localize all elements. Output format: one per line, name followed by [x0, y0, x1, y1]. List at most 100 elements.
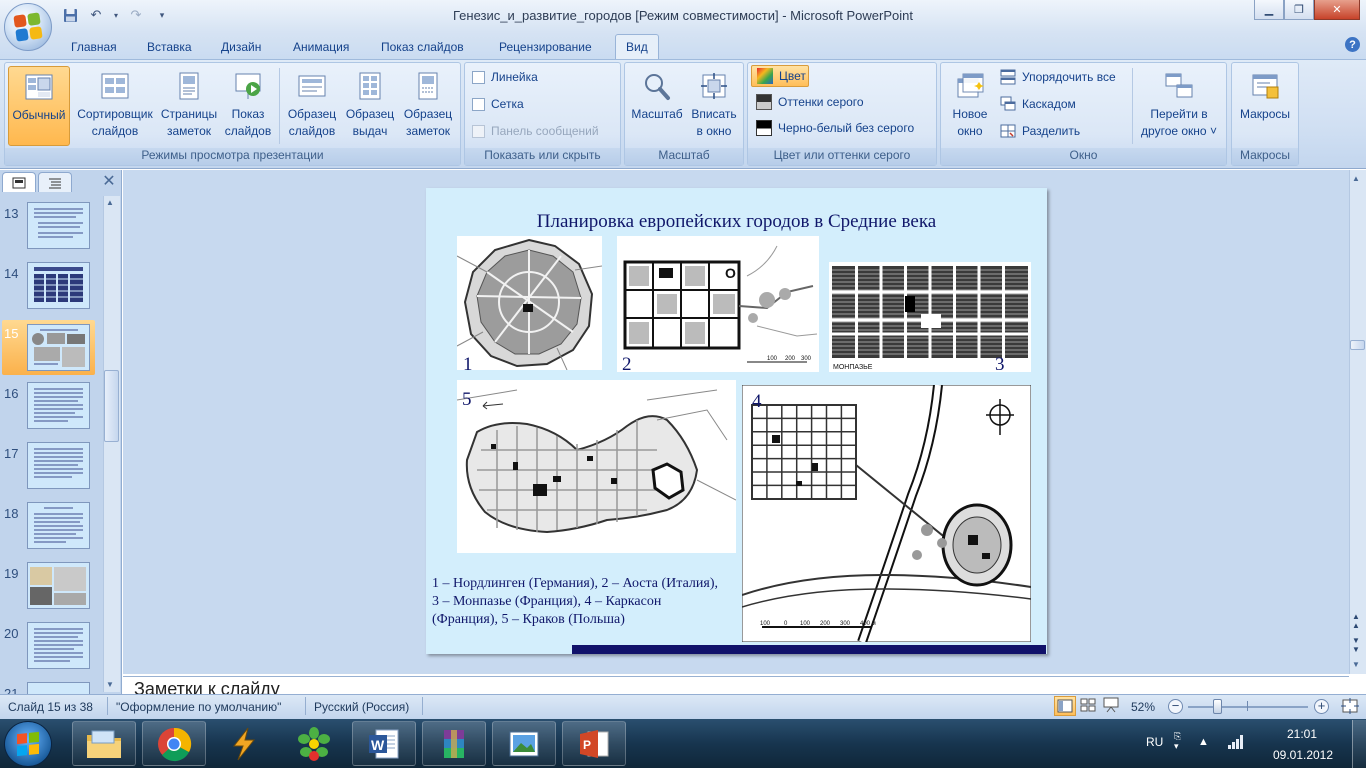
slide-thumbnail[interactable] [27, 682, 90, 694]
taskbar-winrar[interactable] [422, 721, 486, 766]
notes-page-label-1: Страницы [160, 107, 218, 121]
slide-thumbnail-selected[interactable] [27, 324, 90, 371]
thumbnail-scrollbar[interactable] [103, 196, 120, 692]
tab-review[interactable]: Рецензирование [489, 38, 602, 60]
office-button[interactable] [4, 3, 52, 51]
normal-view-status-button[interactable] [1054, 696, 1076, 716]
arrange-all-button[interactable]: Упорядочить все [1000, 66, 1116, 88]
slide-title[interactable]: Планировка европейских городов в Средние… [426, 211, 1047, 233]
zoom-out-button[interactable]: − [1168, 699, 1183, 714]
next-slide-icon[interactable]: ▼ ▼ [1352, 636, 1360, 654]
slide-scrollbar[interactable] [1349, 170, 1366, 674]
pure-bw-button[interactable]: Черно-белый без серого [756, 117, 914, 139]
slide-thumbnail[interactable] [27, 262, 90, 309]
checkbox-icon[interactable] [472, 124, 485, 138]
zoom-level[interactable]: 52% [1131, 700, 1155, 714]
notes-pane[interactable] [123, 676, 1349, 694]
taskbar-icq[interactable] [282, 721, 346, 766]
slideshow-button[interactable]: Показ слайдов [220, 66, 276, 146]
language-status[interactable]: Русский (Россия) [314, 700, 409, 714]
taskbar-word[interactable]: W [352, 721, 416, 766]
restore-button[interactable]: ❐ [1284, 0, 1314, 20]
slide-caption[interactable]: 1 – Нордлинген (Германия), 2 – Аоста (Ит… [432, 575, 742, 629]
scroll-down-icon[interactable]: ▼ [1352, 660, 1360, 669]
taskbar-explorer[interactable] [72, 721, 136, 766]
fit-window-icon [698, 70, 730, 102]
macros-button[interactable]: Макросы [1235, 66, 1295, 146]
previous-slide-icon[interactable]: ▲ ▲ [1352, 612, 1360, 630]
checkbox-icon[interactable] [472, 70, 485, 84]
slide-thumbnail[interactable] [27, 202, 90, 249]
tab-view[interactable]: Вид [615, 34, 659, 60]
notes-page-button[interactable]: Страницы заметок [158, 66, 220, 146]
thumbnail-scroll-thumb[interactable] [104, 370, 119, 442]
fit-slide-button[interactable] [1340, 697, 1360, 715]
clock-time[interactable]: 21:01 [1282, 727, 1322, 741]
normal-view-button[interactable]: Обычный [8, 66, 70, 146]
notes-placeholder[interactable]: Заметки к слайду [134, 679, 280, 694]
split-button[interactable]: Разделить [1000, 120, 1080, 142]
taskbar-photo-viewer[interactable] [492, 721, 556, 766]
ribbon-tab-strip [0, 32, 1366, 60]
slide-sorter-button[interactable]: Сортировщик слайдов [72, 66, 158, 146]
fit-to-window-button[interactable]: Вписать в окно [688, 66, 740, 146]
help-icon[interactable]: ? [1345, 37, 1360, 52]
slide-scroll-thumb[interactable] [1350, 340, 1365, 350]
slide-thumbnail[interactable] [27, 622, 90, 669]
minimize-button[interactable]: ▁ [1254, 0, 1284, 20]
grayscale-button[interactable]: Оттенки серого [756, 91, 864, 113]
zoom-slider[interactable] [1188, 706, 1308, 708]
taskbar-winamp[interactable] [212, 721, 276, 766]
input-language-indicator[interactable]: RU [1146, 735, 1163, 749]
zoom-slider-thumb[interactable] [1213, 699, 1222, 714]
slide-thumbnail[interactable] [27, 382, 90, 429]
tab-slideshow[interactable]: Показ слайдов [371, 38, 474, 60]
zoom-in-button[interactable]: + [1314, 699, 1329, 714]
map-nordlingen[interactable] [457, 236, 602, 370]
slide-thumbnail[interactable] [27, 562, 90, 609]
message-bar-checkbox[interactable]: Панель сообщений [472, 120, 599, 142]
notes-master-button[interactable]: Образец заметок [399, 66, 457, 146]
show-hidden-icons-icon[interactable]: ▲ [1198, 736, 1209, 748]
sorter-view-status-button[interactable] [1078, 696, 1100, 716]
slide-thumbnail[interactable] [27, 442, 90, 489]
scroll-down-icon[interactable]: ▼ [106, 680, 114, 689]
tab-design[interactable]: Дизайн [211, 38, 271, 60]
slideshow-status-button[interactable] [1101, 696, 1123, 716]
color-button[interactable]: Цвет [751, 65, 809, 87]
language-bar-icon[interactable]: ⎘ ▾ [1174, 731, 1188, 751]
map-aosta[interactable]: O 100 200 300 [617, 236, 819, 372]
cascade-button[interactable]: Каскадом [1000, 93, 1076, 115]
handout-master-label-1: Образец [345, 107, 395, 121]
checkbox-icon[interactable] [472, 97, 485, 111]
theme-name[interactable]: "Оформление по умолчанию" [116, 700, 281, 714]
outline-tab[interactable] [38, 172, 72, 192]
map-carcassonne[interactable]: 100 0 100 200 300 400 м [742, 385, 1031, 642]
map-krakow[interactable] [457, 380, 736, 553]
start-button[interactable] [4, 721, 52, 767]
taskbar-chrome[interactable] [142, 721, 206, 766]
cascade-icon [1000, 96, 1016, 111]
network-icon[interactable] [1226, 733, 1246, 754]
clock-date[interactable]: 09.01.2012 [1268, 748, 1338, 762]
tab-animation[interactable]: Анимация [283, 38, 359, 60]
tab-home[interactable]: Главная [61, 38, 127, 60]
scroll-up-icon[interactable]: ▲ [106, 198, 114, 207]
zoom-button[interactable]: Масштаб [628, 66, 686, 146]
grid-checkbox[interactable]: Сетка [472, 93, 524, 115]
slide-thumbnail[interactable] [27, 502, 90, 549]
new-window-button[interactable]: Новое окно [944, 66, 996, 146]
icq-flower-icon [298, 726, 330, 761]
slide-master-label-1: Образец [287, 107, 337, 121]
slides-tab[interactable] [2, 172, 36, 192]
switch-windows-button[interactable]: Перейти в другое окно ˅ [1134, 66, 1224, 146]
tab-insert[interactable]: Вставка [137, 38, 202, 60]
show-desktop-button[interactable] [1352, 720, 1366, 768]
slide-master-button[interactable]: Образец слайдов [282, 66, 342, 146]
handout-master-button[interactable]: Образец выдач [342, 66, 398, 146]
close-button[interactable]: ✕ [1314, 0, 1360, 20]
close-panel-icon[interactable]: ✕ [100, 173, 118, 191]
taskbar-powerpoint[interactable]: P [562, 721, 626, 766]
scroll-up-icon[interactable]: ▲ [1352, 174, 1360, 183]
ruler-checkbox[interactable]: Линейка [472, 66, 538, 88]
